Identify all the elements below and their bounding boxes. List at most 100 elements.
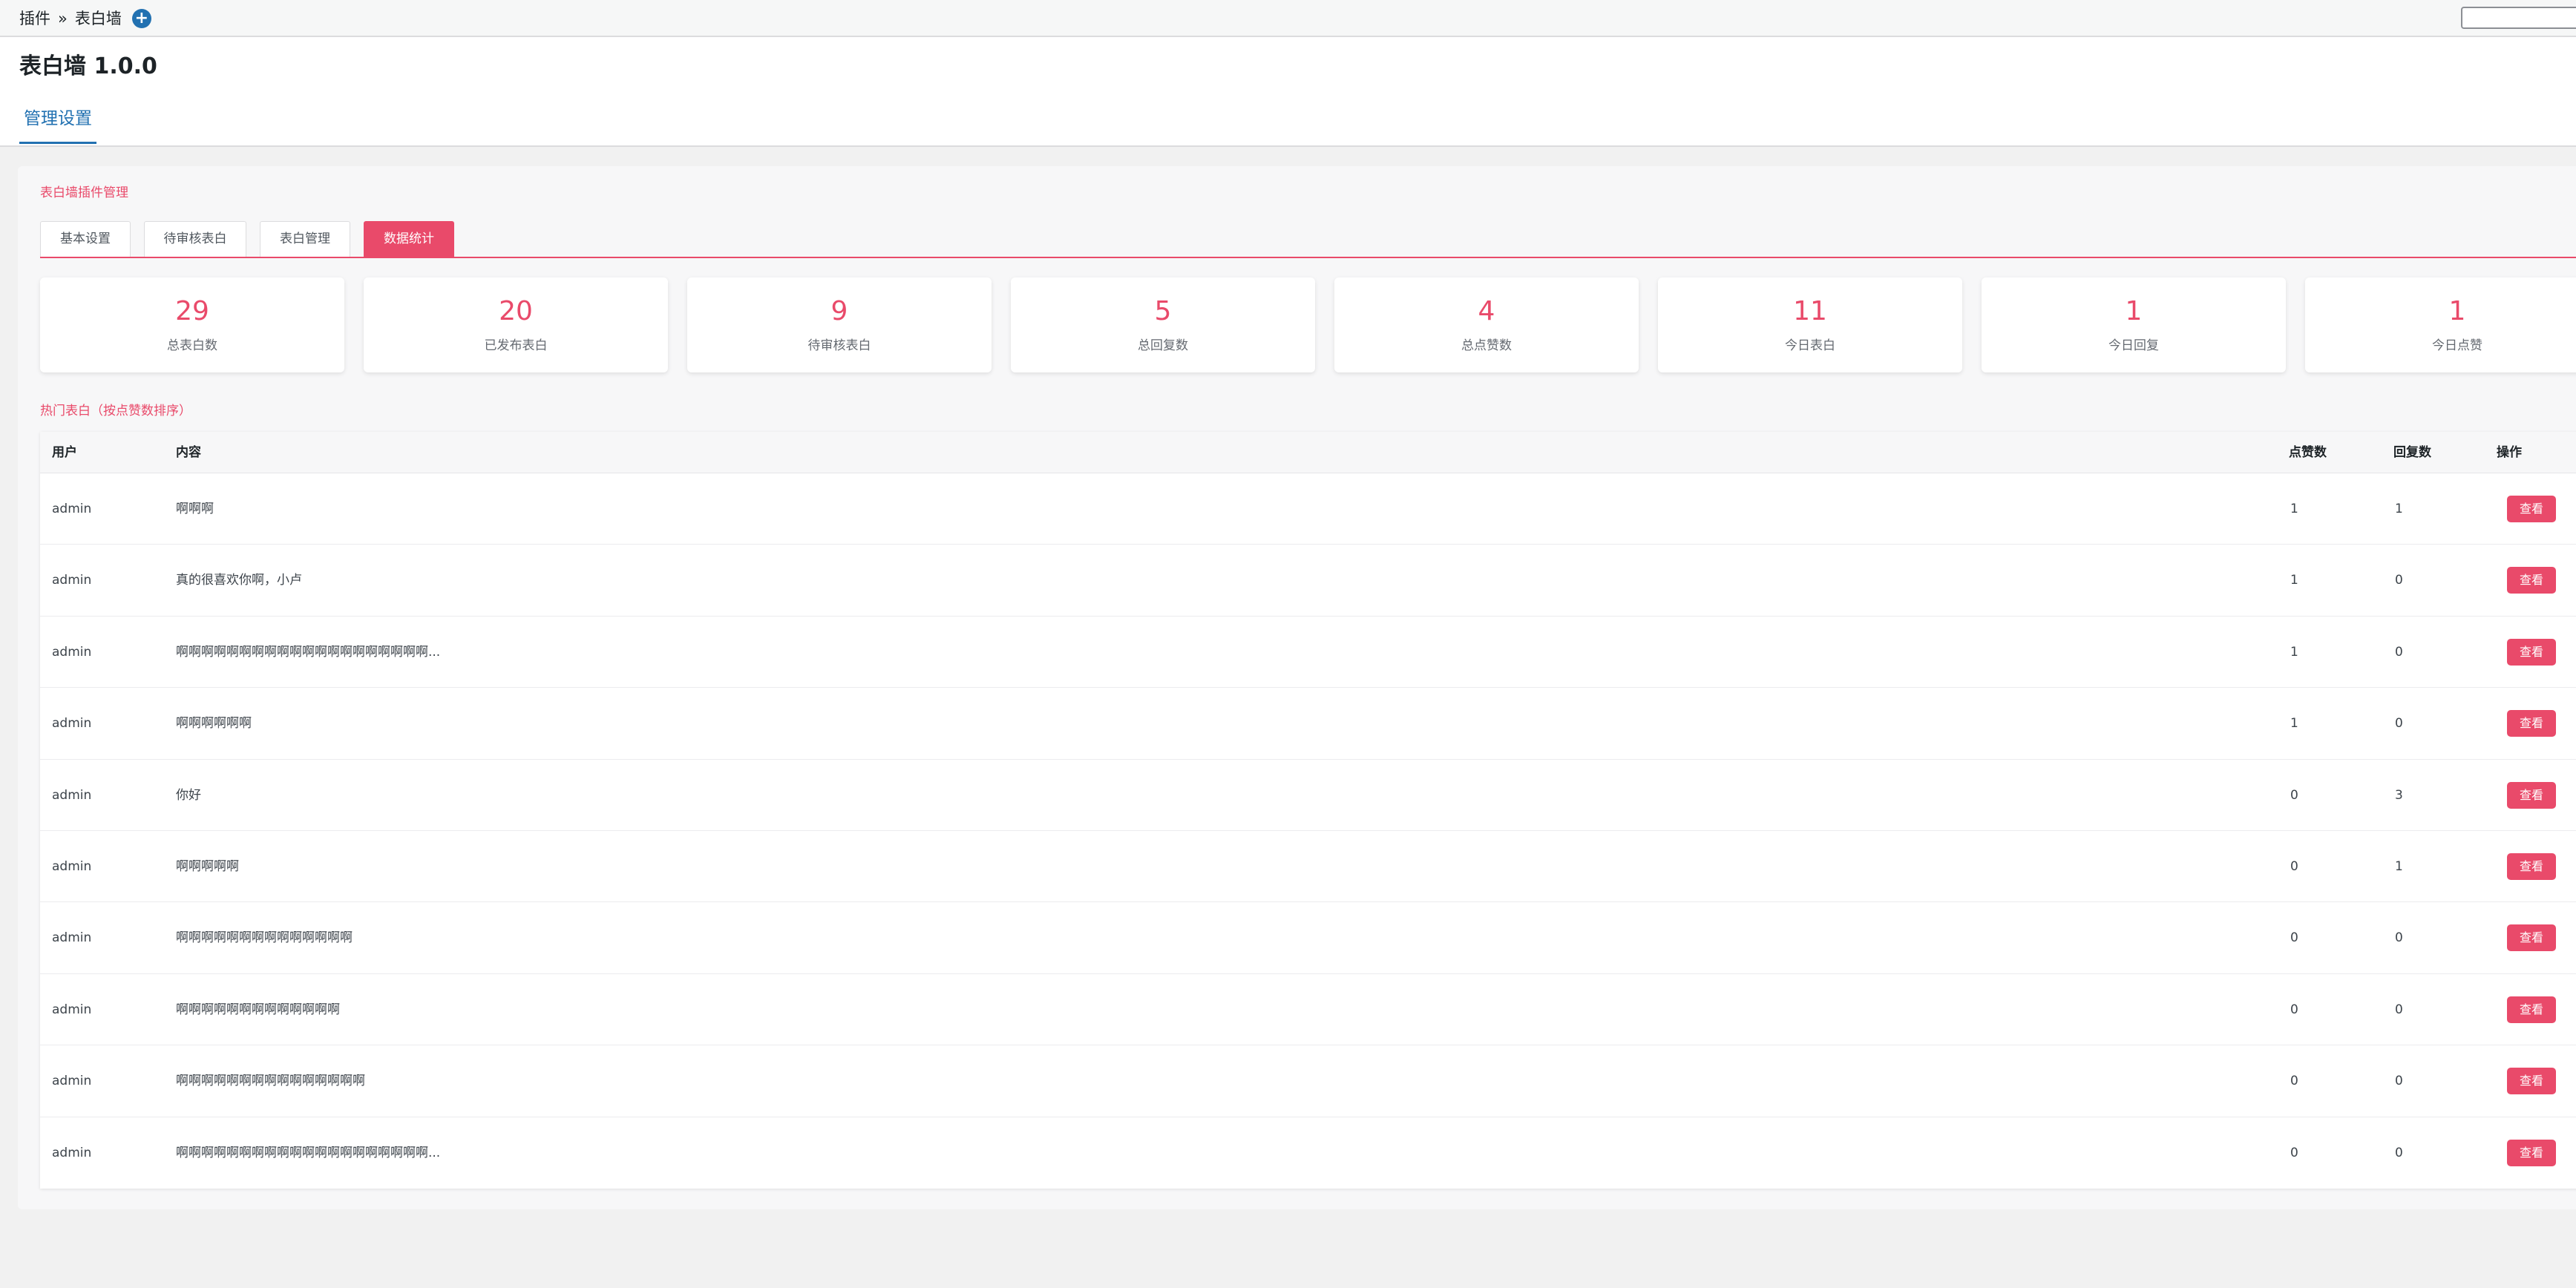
stat-value: 5 <box>1154 296 1172 326</box>
row-user: admin <box>52 930 92 946</box>
panel-title: 表白墙插件管理 <box>40 185 128 200</box>
hot-confessions-table: 用户 内容 点赞数 回复数 操作 admin 啊啊啊 1 1 查看 admin … <box>40 432 2576 1189</box>
row-replies: 0 <box>2395 644 2403 660</box>
table-row: admin 啊啊啊啊啊啊啊啊啊啊啊啊啊啊啊啊啊啊啊啊... 0 0 查看 <box>40 1117 2576 1189</box>
subtab-pending-review[interactable]: 待审核表白 <box>144 221 246 257</box>
row-likes: 1 <box>2290 502 2298 516</box>
stat-card-pending: 9 待审核表白 <box>687 277 992 372</box>
subtab-bar: 基本设置 待审核表白 表白管理 数据统计 <box>40 221 2576 258</box>
view-button[interactable]: 查看 <box>2507 781 2556 809</box>
row-content: 真的很喜欢你啊，小卢 <box>176 573 302 588</box>
plus-circle-icon[interactable]: + <box>131 9 151 28</box>
row-likes: 0 <box>2290 859 2298 874</box>
stat-label: 今日点赞 <box>2432 338 2482 353</box>
row-likes: 1 <box>2290 644 2298 660</box>
breadcrumb: 插件 » 表白墙 + <box>19 8 151 29</box>
top-search-input[interactable] <box>2461 7 2576 29</box>
stat-value: 29 <box>175 296 209 326</box>
column-user: 用户 <box>52 445 77 460</box>
row-user: admin <box>52 1145 92 1160</box>
table-row: admin 啊啊啊啊啊啊啊啊啊啊啊啊啊啊啊 0 0 查看 <box>40 1045 2576 1117</box>
view-button[interactable]: 查看 <box>2507 996 2556 1023</box>
row-user: admin <box>52 502 92 516</box>
subtab-basic-settings[interactable]: 基本设置 <box>40 221 131 257</box>
plugin-panel: 表白墙插件管理 基本设置 待审核表白 表白管理 数据统计 29 总表白数 20 … <box>18 166 2576 1209</box>
table-row: admin 啊啊啊 1 1 查看 <box>40 473 2576 545</box>
column-likes: 点赞数 <box>2289 445 2327 460</box>
stat-card-today-confessions: 11 今日表白 <box>1658 277 1962 372</box>
breadcrumb-parent[interactable]: 插件 <box>19 8 50 29</box>
stat-label: 今日表白 <box>1785 338 1835 353</box>
breadcrumb-separator: » <box>58 10 68 27</box>
stat-card-total-replies: 5 总回复数 <box>1011 277 1315 372</box>
stat-value: 20 <box>499 296 533 326</box>
column-actions: 操作 <box>2497 445 2522 460</box>
row-user: admin <box>52 787 92 803</box>
stat-card-today-likes: 1 今日点赞 <box>2305 277 2576 372</box>
row-content: 啊啊啊啊啊啊啊啊啊啊啊啊啊 <box>176 1002 340 1017</box>
view-button[interactable]: 查看 <box>2507 924 2556 952</box>
stat-label: 今日回复 <box>2108 338 2159 353</box>
row-content: 啊啊啊 <box>176 502 214 516</box>
stat-label: 已发布表白 <box>484 338 548 353</box>
stat-label: 总回复数 <box>1138 338 1188 353</box>
view-button[interactable]: 查看 <box>2507 1068 2556 1095</box>
table-row: admin 真的很喜欢你啊，小卢 1 0 查看 <box>40 545 2576 617</box>
table-row: admin 你好 0 3 查看 <box>40 760 2576 831</box>
view-button[interactable]: 查看 <box>2507 638 2556 666</box>
row-user: admin <box>52 644 92 660</box>
view-button[interactable]: 查看 <box>2507 1139 2556 1166</box>
row-content: 啊啊啊啊啊啊啊啊啊啊啊啊啊啊啊 <box>176 1074 365 1089</box>
row-user: admin <box>52 573 92 588</box>
row-user: admin <box>52 1074 92 1089</box>
row-replies: 0 <box>2395 1074 2403 1089</box>
row-content: 啊啊啊啊啊啊啊啊啊啊啊啊啊啊啊啊啊啊啊啊... <box>176 644 441 660</box>
table-row: admin 啊啊啊啊啊 0 1 查看 <box>40 831 2576 903</box>
stat-value: 1 <box>2125 296 2143 326</box>
row-user: admin <box>52 859 92 874</box>
row-replies: 3 <box>2395 787 2403 803</box>
row-content: 啊啊啊啊啊啊啊啊啊啊啊啊啊啊啊啊啊啊啊啊... <box>176 1145 441 1160</box>
row-likes: 0 <box>2290 787 2298 803</box>
row-likes: 0 <box>2290 1145 2298 1160</box>
row-likes: 1 <box>2290 716 2298 732</box>
table-row: admin 啊啊啊啊啊啊啊啊啊啊啊啊啊啊 0 0 查看 <box>40 902 2576 974</box>
view-button[interactable]: 查看 <box>2507 496 2556 522</box>
stat-label: 总点赞数 <box>1461 338 1512 353</box>
hot-confessions-title: 热门表白（按点赞数排序） <box>40 404 191 418</box>
stat-value: 1 <box>2448 296 2466 326</box>
view-button[interactable]: 查看 <box>2507 853 2556 880</box>
row-likes: 1 <box>2290 573 2298 588</box>
page-title: 表白墙 1.0.0 <box>19 53 157 79</box>
stat-value: 11 <box>1793 296 1827 326</box>
row-replies: 0 <box>2395 1002 2403 1017</box>
row-replies: 0 <box>2395 716 2403 732</box>
row-content: 你好 <box>176 787 201 803</box>
table-row: admin 啊啊啊啊啊啊啊啊啊啊啊啊啊啊啊啊啊啊啊啊... 1 0 查看 <box>40 617 2576 689</box>
row-likes: 0 <box>2290 930 2298 946</box>
row-replies: 1 <box>2395 502 2403 516</box>
tab-manage-settings[interactable]: 管理设置 <box>19 104 96 144</box>
stat-value: 4 <box>1478 296 1495 326</box>
row-replies: 0 <box>2395 1145 2403 1160</box>
view-button[interactable]: 查看 <box>2507 567 2556 594</box>
stat-label: 总表白数 <box>167 338 217 353</box>
row-replies: 0 <box>2395 930 2403 946</box>
row-content: 啊啊啊啊啊 <box>176 859 239 874</box>
stat-value: 9 <box>830 296 848 326</box>
view-button[interactable]: 查看 <box>2507 710 2556 737</box>
row-replies: 1 <box>2395 859 2403 874</box>
row-replies: 0 <box>2395 573 2403 588</box>
stat-card-total: 29 总表白数 <box>40 277 344 372</box>
subtab-statistics[interactable]: 数据统计 <box>364 221 454 257</box>
stat-card-total-likes: 4 总点赞数 <box>1334 277 1639 372</box>
table-row: admin 啊啊啊啊啊啊 1 0 查看 <box>40 688 2576 760</box>
stat-label: 待审核表白 <box>807 338 871 353</box>
stat-card-published: 20 已发布表白 <box>364 277 668 372</box>
column-content: 内容 <box>176 445 201 460</box>
row-user: admin <box>52 1002 92 1017</box>
row-user: admin <box>52 716 92 732</box>
column-replies: 回复数 <box>2393 445 2431 460</box>
row-content: 啊啊啊啊啊啊 <box>176 716 252 732</box>
subtab-confession-management[interactable]: 表白管理 <box>260 221 350 257</box>
